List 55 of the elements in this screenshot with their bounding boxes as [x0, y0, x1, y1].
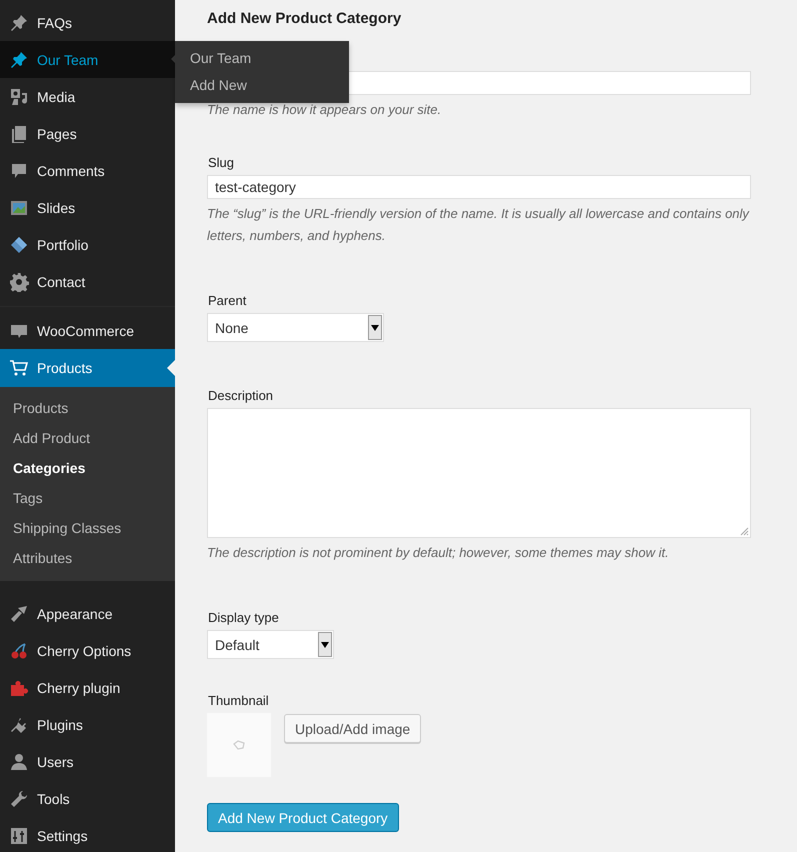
pages-icon	[9, 124, 29, 144]
sidebar-item[interactable]: Portfolio	[0, 226, 175, 263]
upload-image-button[interactable]: Upload/Add image	[284, 714, 422, 743]
display-type-select[interactable]: Default	[207, 630, 334, 659]
submenu-item[interactable]: Categories	[0, 453, 175, 483]
resize-grip-icon	[740, 527, 749, 536]
flyout-item[interactable]: Our Team	[175, 45, 349, 72]
cart-icon	[9, 358, 29, 378]
sidebar-item[interactable]: Comments	[0, 152, 175, 189]
field-label: Parent	[207, 293, 248, 308]
field-label: Thumbnail	[207, 693, 270, 708]
diamond-icon	[9, 234, 29, 254]
sidebar-item[interactable]: Appearance	[0, 595, 175, 632]
flyout-item[interactable]: Add New	[175, 72, 349, 99]
sidebar-item[interactable]: Slides	[0, 189, 175, 226]
help-text: The name is how it appears on your site.	[207, 101, 442, 119]
placeholder-icon	[232, 740, 246, 750]
submenu-item[interactable]: Add Product	[0, 423, 175, 453]
submenu-item[interactable]: Shipping Classes	[0, 513, 175, 543]
sidebar-item[interactable]: Pages	[0, 115, 175, 152]
field-label: Slug	[207, 155, 236, 170]
sidebar-item[interactable]: Users	[0, 743, 175, 780]
cherry-icon	[9, 640, 29, 660]
sidebar-item[interactable]: WooCommerce	[0, 312, 175, 349]
sidebar-item[interactable]: Plugins	[0, 706, 175, 743]
sidebar-item[interactable]: Media	[0, 78, 175, 115]
sidebar-item[interactable]: Tools	[0, 780, 175, 817]
sidebar-item[interactable]: Contact	[0, 263, 175, 300]
wrench-icon	[9, 788, 29, 808]
parent-select[interactable]: None	[207, 313, 384, 342]
gear-icon	[9, 272, 29, 292]
page-title: Add New Product Category	[207, 10, 402, 27]
brush-icon	[9, 604, 29, 624]
caret-icon	[371, 324, 379, 330]
input-field[interactable]: test-category	[207, 175, 751, 199]
caret-icon	[321, 642, 329, 648]
media-icon	[9, 86, 29, 106]
sliders-icon	[9, 826, 29, 846]
sidebar-item[interactable]: Cherry Options	[0, 632, 175, 669]
pin-icon	[9, 12, 29, 32]
field-label: Display type	[207, 610, 280, 625]
submenu-item[interactable]: Tags	[0, 483, 175, 513]
sidebar-item[interactable]: Products	[0, 349, 175, 387]
help-text: The description is not prominent by default; however, some themes may show it.	[207, 544, 670, 562]
user-icon	[9, 752, 29, 772]
description-field[interactable]	[207, 408, 751, 538]
pin-icon	[9, 50, 29, 70]
help-text: The “slug” is the URL-friendly version of the name. It is usually all lowercase and contains only letters, numbers, and hyphens.	[207, 205, 750, 245]
sidebar-item[interactable]: Settings	[0, 817, 175, 852]
submenu-item[interactable]: Attributes	[0, 543, 175, 573]
sidebar-item[interactable]: Cherry plugin	[0, 669, 175, 706]
sidebar-item[interactable]: FAQs	[0, 4, 175, 41]
submenu-item[interactable]: Products	[0, 393, 175, 423]
field-label: Description	[207, 388, 274, 403]
sidebar-item[interactable]: Our Team	[0, 41, 175, 78]
